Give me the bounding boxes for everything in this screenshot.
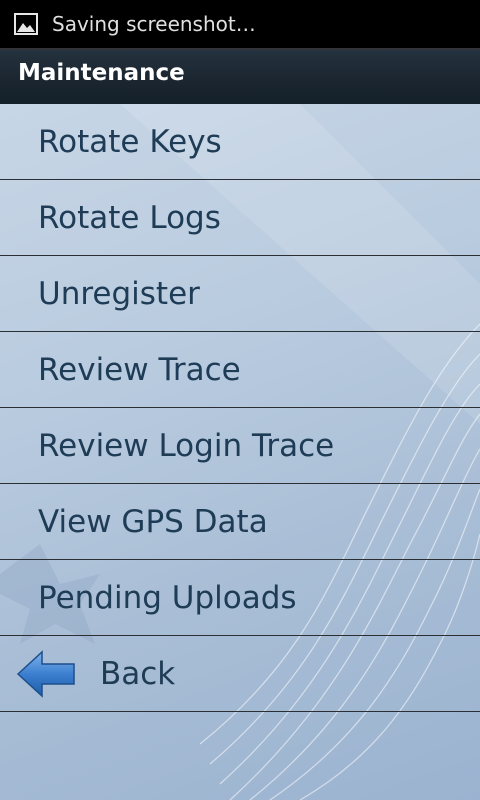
menu-item-unregister[interactable]: Unregister [0, 256, 480, 332]
page-title: Maintenance [18, 60, 185, 86]
menu-item-label: Pending Uploads [38, 580, 297, 616]
title-bar: Maintenance [0, 50, 480, 105]
menu-item-rotate-keys[interactable]: Rotate Keys [0, 104, 480, 180]
menu-item-pending-uploads[interactable]: Pending Uploads [0, 560, 480, 636]
back-arrow-icon [16, 650, 75, 698]
menu-item-label: Rotate Keys [38, 124, 222, 160]
maintenance-menu: Rotate Keys Rotate Logs Unregister Revie… [0, 104, 480, 712]
menu-item-view-gps-data[interactable]: View GPS Data [0, 484, 480, 560]
menu-item-label: Review Trace [38, 352, 241, 388]
menu-item-label: Unregister [38, 276, 200, 312]
back-label: Back [100, 656, 176, 692]
menu-item-rotate-logs[interactable]: Rotate Logs [0, 180, 480, 256]
menu-item-label: View GPS Data [38, 504, 268, 540]
status-notification-text: Saving screenshot… [52, 12, 256, 36]
menu-item-review-trace[interactable]: Review Trace [0, 332, 480, 408]
back-button[interactable]: Back [0, 636, 480, 712]
image-icon [14, 13, 38, 35]
menu-content: Rotate Keys Rotate Logs Unregister Revie… [0, 104, 480, 800]
menu-item-label: Rotate Logs [38, 200, 221, 236]
status-bar: Saving screenshot… [0, 0, 480, 50]
menu-item-review-login-trace[interactable]: Review Login Trace [0, 408, 480, 484]
menu-item-label: Review Login Trace [38, 428, 335, 464]
